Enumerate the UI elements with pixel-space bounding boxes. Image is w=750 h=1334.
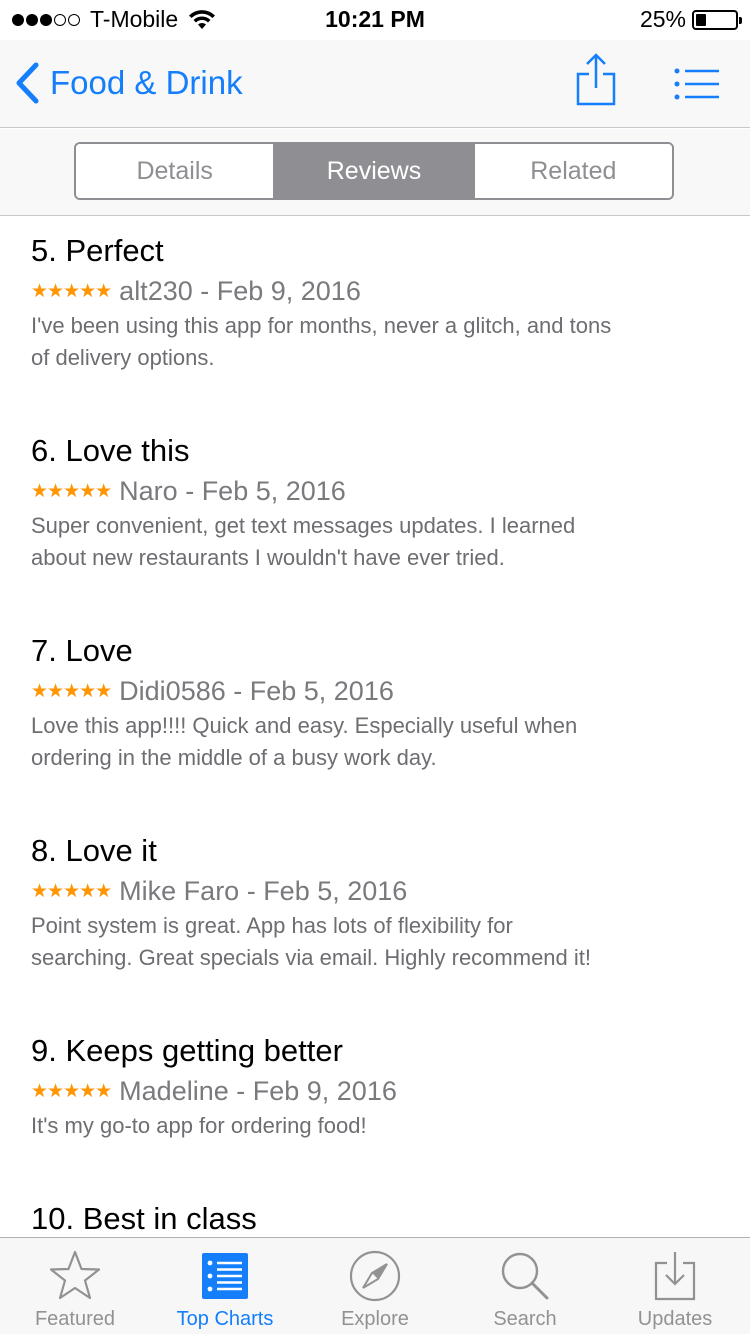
review-item[interactable]: 9. Keeps getting better ★★★★★ Madeline -… [31, 1032, 721, 1142]
share-icon[interactable] [574, 52, 618, 108]
battery-level [696, 13, 706, 26]
star-rating-icon: ★★★★★ [31, 280, 112, 302]
review-body: It's my go-to app for ordering food! [31, 1110, 721, 1142]
review-body-line: It's my go-to app for ordering food! [31, 1113, 367, 1138]
status-time: 10:21 PM [325, 6, 425, 32]
review-author-date: Madeline - Feb 9, 2016 [119, 1075, 397, 1106]
review-item[interactable]: 10. Best in class [31, 1200, 721, 1237]
review-author-date: alt230 - Feb 9, 2016 [119, 275, 361, 306]
segmented-control: Details Reviews Related [74, 142, 674, 200]
review-body-line: of delivery options. [31, 345, 215, 370]
tab-featured[interactable]: Featured [0, 1238, 150, 1334]
top-charts-icon [202, 1253, 248, 1299]
tab-label: Updates [637, 1308, 713, 1330]
review-author-date: Didi0586 - Feb 5, 2016 [119, 675, 394, 706]
review-item[interactable]: 5. Perfect ★★★★★ alt230 - Feb 9, 2016 I'… [31, 232, 721, 374]
review-author-date: Mike Faro - Feb 5, 2016 [119, 875, 408, 906]
review-body: Super convenient, get text messages upda… [31, 510, 721, 574]
star-rating-icon: ★★★★★ [31, 880, 112, 902]
tab-label: Search [493, 1308, 557, 1330]
tab-updates[interactable]: Updates [600, 1238, 750, 1334]
tab-reviews[interactable]: Reviews [273, 144, 473, 198]
review-title: 5. Perfect [31, 233, 164, 268]
back-button-label: Food & Drink [50, 64, 243, 101]
chevron-left-icon [16, 62, 39, 104]
review-body: Love this app!!!! Quick and easy. Especi… [31, 710, 721, 774]
review-author-date: Naro - Feb 5, 2016 [119, 475, 346, 506]
review-title: 10. Best in class [31, 1201, 257, 1236]
search-icon [501, 1252, 549, 1300]
tab-bar: Featured Top Charts Explore Search Updat… [0, 1237, 750, 1334]
review-title: 8. Love it [31, 833, 157, 868]
status-bar: T-Mobile 10:21 PM 25% [0, 0, 750, 40]
status-right: 25% [639, 6, 742, 33]
back-button[interactable]: Food & Drink [14, 62, 243, 104]
review-body-line: I've been using this app for months, nev… [31, 313, 612, 338]
review-body-line: Super convenient, get text messages upda… [31, 513, 576, 538]
tab-related[interactable]: Related [472, 144, 672, 198]
navigation-bar: Food & Drink [0, 40, 750, 128]
review-body: I've been using this app for months, nev… [31, 310, 721, 374]
review-item[interactable]: 7. Love ★★★★★ Didi0586 - Feb 5, 2016 Lov… [31, 632, 721, 774]
tab-details[interactable]: Details [76, 144, 274, 198]
segmented-control-area: Details Reviews Related [0, 129, 750, 216]
list-icon[interactable] [674, 68, 720, 100]
tab-search[interactable]: Search [450, 1238, 600, 1334]
review-item[interactable]: 8. Love it ★★★★★ Mike Faro - Feb 5, 2016… [31, 832, 721, 974]
battery-icon [692, 9, 742, 30]
review-body-line: Point system is great. App has lots of f… [31, 913, 513, 938]
review-title: 7. Love [31, 633, 133, 668]
reviews-list[interactable]: 5. Perfect ★★★★★ alt230 - Feb 9, 2016 I'… [0, 216, 750, 1237]
tab-label: Top Charts [176, 1308, 274, 1330]
tab-label: Featured [34, 1308, 116, 1330]
review-item[interactable]: 6. Love this ★★★★★ Naro - Feb 5, 2016 Su… [31, 432, 721, 574]
tab-label: Explore [341, 1308, 409, 1330]
review-meta: ★★★★★ Madeline - Feb 9, 2016 [31, 1074, 721, 1108]
star-icon [49, 1250, 101, 1300]
tab-top-charts[interactable]: Top Charts [150, 1238, 300, 1334]
battery-percent: 25% [639, 6, 686, 32]
review-body-line: searching. Great specials via email. Hig… [31, 945, 592, 970]
compass-icon [349, 1250, 401, 1302]
review-body: Point system is great. App has lots of f… [31, 910, 721, 974]
review-meta: ★★★★★ Naro - Feb 5, 2016 [31, 474, 721, 508]
star-rating-icon: ★★★★★ [31, 1080, 112, 1102]
star-rating-icon: ★★★★★ [31, 680, 112, 702]
review-body-line: ordering in the middle of a busy work da… [31, 745, 437, 770]
updates-icon [654, 1252, 696, 1301]
star-rating-icon: ★★★★★ [31, 480, 112, 502]
review-title: 6. Love this [31, 433, 190, 468]
review-body-line: about new restaurants I wouldn't have ev… [31, 545, 505, 570]
review-meta: ★★★★★ alt230 - Feb 9, 2016 [31, 274, 721, 308]
review-body-line: Love this app!!!! Quick and easy. Especi… [31, 713, 578, 738]
review-meta: ★★★★★ Didi0586 - Feb 5, 2016 [31, 674, 721, 708]
review-meta: ★★★★★ Mike Faro - Feb 5, 2016 [31, 874, 721, 908]
review-title: 9. Keeps getting better [31, 1033, 343, 1068]
tab-explore[interactable]: Explore [300, 1238, 450, 1334]
